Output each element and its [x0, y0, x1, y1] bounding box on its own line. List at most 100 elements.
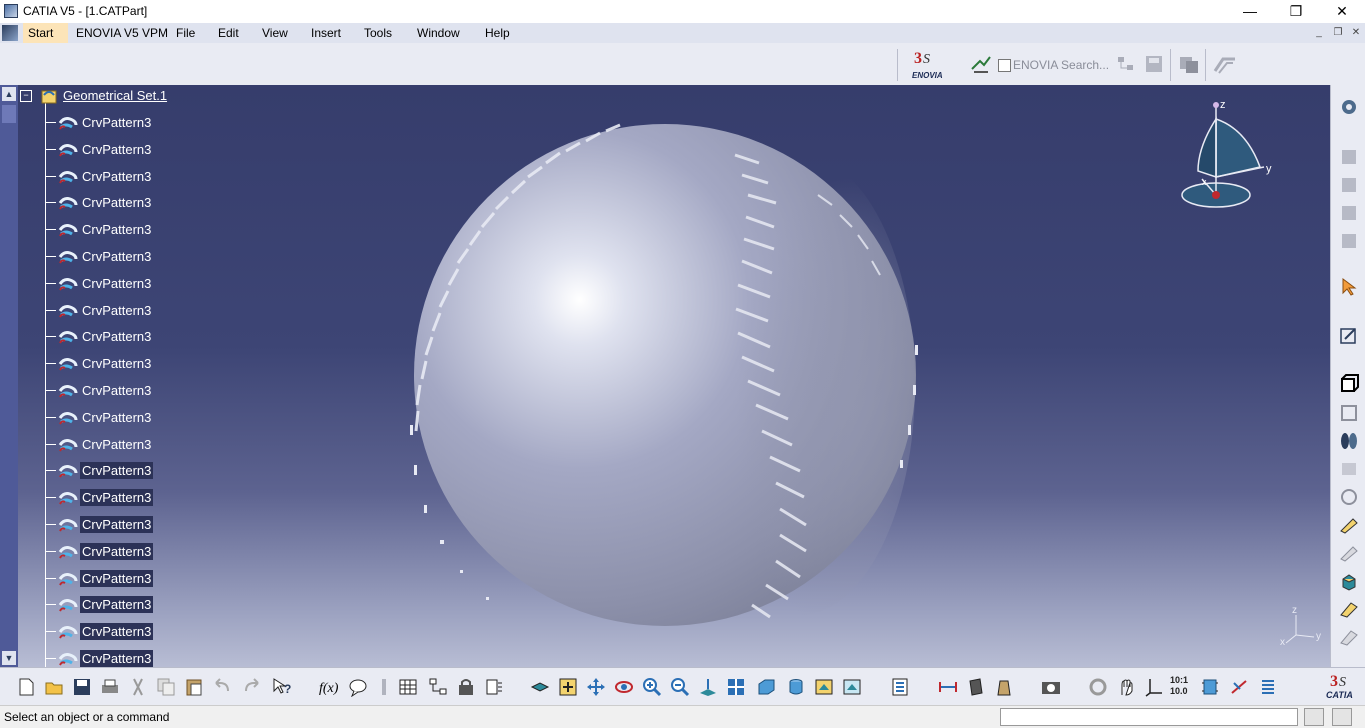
knowledge-tree-icon[interactable]: [428, 677, 448, 697]
tree-item-crvpattern[interactable]: CrvPattern3: [46, 354, 186, 374]
zoom-out-icon[interactable]: [670, 677, 690, 697]
view-mode-icon[interactable]: [786, 677, 806, 697]
doc-restore-button[interactable]: ❐: [1330, 27, 1346, 40]
tree-item-crvpattern[interactable]: CrvPattern3: [46, 140, 186, 160]
paste-icon[interactable]: [184, 677, 204, 697]
edge-fillet-icon[interactable]: [1339, 515, 1359, 535]
print-icon[interactable]: [100, 677, 120, 697]
close-button[interactable]: ✕: [1319, 0, 1365, 23]
draft-icon[interactable]: [1339, 571, 1359, 591]
doc-minimize-button[interactable]: _: [1311, 27, 1327, 40]
menu-file[interactable]: File: [176, 26, 195, 40]
scroll-up-arrow[interactable]: ▲: [2, 87, 16, 101]
multi-view-icon[interactable]: [726, 677, 746, 697]
menu-start[interactable]: Start: [23, 23, 68, 43]
tree-item-crvpattern[interactable]: CrvPattern3: [46, 381, 186, 401]
pad-icon[interactable]: [1339, 373, 1359, 393]
tree-item-crvpattern[interactable]: CrvPattern3: [46, 569, 186, 589]
tree-item-crvpattern[interactable]: CrvPattern3: [46, 435, 186, 455]
scale-icon[interactable]: 10:1 10.0: [1170, 675, 1194, 699]
menu-window[interactable]: Window: [417, 26, 460, 40]
menu-insert[interactable]: Insert: [311, 26, 341, 40]
rotate-icon[interactable]: [614, 677, 634, 697]
measure-item-icon[interactable]: [966, 677, 986, 697]
tree-item-crvpattern[interactable]: CrvPattern3: [46, 488, 186, 508]
redo-icon[interactable]: [242, 677, 262, 697]
command-input[interactable]: [1000, 708, 1298, 726]
measure-between-icon[interactable]: [938, 677, 958, 697]
catalog-browser-icon[interactable]: [1339, 175, 1359, 195]
work-on-support-icon[interactable]: [1200, 677, 1220, 697]
normal-view-icon[interactable]: [698, 677, 718, 697]
rib-icon[interactable]: [1339, 487, 1359, 507]
new-file-icon[interactable]: [16, 677, 36, 697]
shaft-icon[interactable]: [1339, 431, 1359, 451]
hole-icon[interactable]: [1339, 459, 1359, 479]
copy-icon[interactable]: [156, 677, 176, 697]
capture-icon[interactable]: [890, 677, 910, 697]
hide-show-icon[interactable]: [814, 677, 834, 697]
menu-tools[interactable]: Tools: [364, 26, 392, 40]
menu-edit[interactable]: Edit: [218, 26, 239, 40]
zoom-in-icon[interactable]: [642, 677, 662, 697]
shell-icon[interactable]: [1339, 599, 1359, 619]
whats-this-icon[interactable]: ?: [272, 677, 292, 697]
camera-icon[interactable]: [1040, 677, 1060, 697]
measure-inertia-icon[interactable]: [994, 677, 1014, 697]
tree-item-crvpattern[interactable]: CrvPattern3: [46, 649, 186, 667]
tree-item-crvpattern[interactable]: CrvPattern3: [46, 301, 186, 321]
law-icon[interactable]: [374, 677, 394, 697]
cut-icon[interactable]: [128, 677, 148, 697]
pocket-icon[interactable]: [1339, 403, 1359, 423]
quick-view-icon[interactable]: [756, 677, 776, 697]
comment-icon[interactable]: [348, 677, 368, 698]
tree-root-geometrical-set[interactable]: − Geometrical Set.1: [20, 85, 220, 107]
pan-icon[interactable]: [586, 677, 606, 697]
formula-icon[interactable]: f(x): [318, 677, 339, 697]
document-icon[interactable]: [2, 25, 18, 41]
instantiate-icon[interactable]: [1339, 203, 1359, 223]
tree-item-crvpattern[interactable]: CrvPattern3: [46, 461, 186, 481]
menu-help[interactable]: Help: [485, 26, 510, 40]
fit-all-icon[interactable]: [558, 677, 578, 697]
tree-item-crvpattern[interactable]: CrvPattern3: [46, 595, 186, 615]
tree-item-crvpattern[interactable]: CrvPattern3: [46, 542, 186, 562]
tree-item-crvpattern[interactable]: CrvPattern3: [46, 193, 186, 213]
axis-system-icon[interactable]: [1144, 677, 1164, 697]
tree-item-crvpattern[interactable]: CrvPattern3: [46, 167, 186, 187]
tree-scrollbar[interactable]: ▲ ▼: [0, 85, 18, 667]
enovia-search-checkbox[interactable]: [998, 59, 1011, 72]
list-icon[interactable]: [1258, 677, 1278, 697]
catalog-icon[interactable]: [1339, 147, 1359, 167]
tree-item-crvpattern[interactable]: CrvPattern3: [46, 622, 186, 642]
hand-icon[interactable]: [1116, 677, 1136, 697]
tree-item-crvpattern[interactable]: CrvPattern3: [46, 247, 186, 267]
chamfer-icon[interactable]: [1339, 543, 1359, 563]
enovia-logo-icon[interactable]: 3 S ENOVIA: [912, 47, 958, 81]
design-table-icon[interactable]: [398, 677, 418, 697]
snap-to-point-icon[interactable]: [1230, 677, 1250, 697]
undo-icon[interactable]: [212, 677, 232, 697]
select-arrow-icon[interactable]: [1339, 277, 1359, 297]
parameters-icon[interactable]: [484, 677, 504, 697]
fly-mode-icon[interactable]: [530, 677, 550, 697]
tree-item-crvpattern[interactable]: CrvPattern3: [46, 274, 186, 294]
command-history-button[interactable]: [1332, 708, 1352, 726]
swap-visible-space-icon[interactable]: [842, 677, 862, 697]
minimize-button[interactable]: —: [1227, 0, 1273, 23]
menu-view[interactable]: View: [262, 26, 288, 40]
compass-widget[interactable]: z y x: [1176, 99, 1286, 219]
update-icon[interactable]: [1088, 677, 1108, 697]
enovia-connect-icon[interactable]: [970, 53, 992, 75]
tree-item-crvpattern[interactable]: CrvPattern3: [46, 113, 186, 133]
open-folder-icon[interactable]: [44, 677, 64, 697]
tree-item-crvpattern[interactable]: CrvPattern3: [46, 515, 186, 535]
tree-collapse-toggle[interactable]: −: [20, 90, 32, 102]
gear-icon[interactable]: [1339, 97, 1359, 117]
enovia-save-icon[interactable]: [1143, 53, 1165, 75]
maximize-button[interactable]: ❐: [1273, 0, 1319, 23]
baseball-model[interactable]: [0, 85, 1330, 667]
scroll-down-arrow[interactable]: ▼: [2, 651, 16, 665]
scroll-thumb[interactable]: [2, 105, 16, 123]
workbench-switch-icon[interactable]: [1213, 53, 1237, 75]
